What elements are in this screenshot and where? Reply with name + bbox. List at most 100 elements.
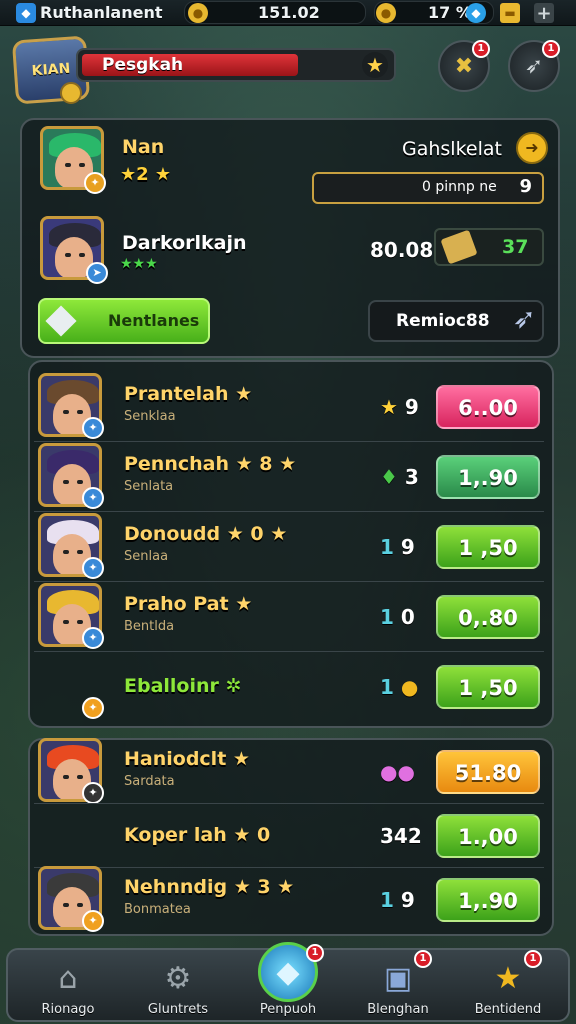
hero-subtitle: Senlaa xyxy=(124,549,169,564)
hero-subtitle: Senlata xyxy=(124,479,174,494)
hero-name: Eballoinr ✲ xyxy=(124,675,242,697)
buy-button[interactable]: 51.80 xyxy=(436,750,540,794)
item-slot[interactable]: 37 xyxy=(434,228,544,266)
hero-cost: 1 0 xyxy=(380,605,415,629)
buy-button[interactable]: 1.,00 xyxy=(436,814,540,858)
crystal-icon xyxy=(45,305,77,337)
hero-subtitle: Sardata xyxy=(124,774,175,789)
hero-row[interactable]: ✦ Praho Pat ★ Bentlda 1 0 0,.80 xyxy=(28,582,554,652)
scroll-icon xyxy=(440,229,478,265)
hero-row[interactable]: ✦ Haniodclt ★ Sardata ●● 51.80 xyxy=(28,738,554,804)
hero-name: Pennchah ★ 8 ★ xyxy=(124,453,297,475)
nav-label: Bentidend xyxy=(474,1002,542,1017)
buy-button[interactable]: 6..00 xyxy=(436,385,540,429)
rocket-notif-badge: 1 xyxy=(542,40,560,58)
hero-name: Nan xyxy=(122,136,165,158)
hero-row[interactable]: ✦ Eballoinr ✲ 1 ● 1 ,50 xyxy=(28,652,554,722)
bottom-nav: ⌂ Rionago ⚙ Gluntrets ◆ Penpuoh 1 ▣ Blenghan 1 ★ Be… xyxy=(6,942,570,1024)
cost-icon: ♦ xyxy=(380,465,398,489)
cost-value: 342 xyxy=(380,824,422,848)
featured-panel: ✦ Nan ★2 ★ Gahslkelat ➜ 0 pinnp ne 9 ➤ D… xyxy=(20,118,560,358)
nav-label: Blenghan xyxy=(367,1002,429,1017)
hero-name: Haniodclt ★ xyxy=(124,748,250,770)
nav-item-penpuoh[interactable]: ◆ Penpuoh 1 xyxy=(236,942,340,1024)
cost-value: 9 xyxy=(393,535,415,559)
nav-item-gluntrets[interactable]: ⚙ Gluntrets xyxy=(126,950,230,1024)
buy-button[interactable]: 1,.90 xyxy=(436,455,540,499)
nentlanes-button[interactable]: Nentlanes xyxy=(38,298,210,344)
nav-badge: 1 xyxy=(524,950,542,968)
hero-cost: 342 xyxy=(380,824,422,848)
cost-icon: ★ xyxy=(380,395,398,419)
cost-icon: 1 xyxy=(380,675,394,699)
hero-row[interactable]: ✦ Prantelah ★ Senklaa ★ 9 6..00 xyxy=(28,372,554,442)
buy-button[interactable]: 1 ,50 xyxy=(436,665,540,709)
cost-value: 3 xyxy=(397,465,419,489)
rionago-icon: ⌂ xyxy=(58,960,78,996)
hero-cost: 1 ● xyxy=(380,675,418,699)
buy-button[interactable]: 0,.80 xyxy=(436,595,540,639)
buy-button[interactable]: 1 ,50 xyxy=(436,525,540,569)
nav-label: Penpuoh xyxy=(259,1002,317,1017)
hero-cost: ♦ 3 xyxy=(380,465,419,489)
nav-item-rionago[interactable]: ⌂ Rionago xyxy=(16,950,120,1024)
nav-label: Rionago xyxy=(41,1002,95,1017)
hero-cost: 1 9 xyxy=(380,888,415,912)
add-currency-button[interactable]: + xyxy=(534,3,554,24)
cost-icon: 1 xyxy=(380,605,394,629)
hero-row[interactable]: ✦ Donoudd ★ 0 ★ Senlaa 1 9 1 ,50 xyxy=(28,512,554,582)
remioc-button[interactable]: Remioc88 ➶ xyxy=(368,300,544,342)
hero-cost: ★ 9 xyxy=(380,395,419,419)
nav-badge: 1 xyxy=(414,950,432,968)
progress-label: Pesgkah xyxy=(102,55,184,75)
hero-cost: ●● xyxy=(380,760,415,784)
cost-value: 0 xyxy=(393,605,415,629)
level-icon: ✦ xyxy=(82,487,104,509)
level-icon: ✦ xyxy=(82,697,104,719)
nav-item-bentidend[interactable]: ★ Bentidend 1 xyxy=(456,950,560,1024)
nav-badge: 1 xyxy=(306,944,324,962)
chest-icon[interactable]: ▬ xyxy=(500,3,520,23)
hero-name: Donoudd ★ 0 ★ xyxy=(124,523,288,545)
remioc-label: Remioc88 xyxy=(396,311,490,331)
level-icon: ➤ xyxy=(86,262,108,284)
badge-coin-icon xyxy=(60,82,82,104)
nav-item-blenghan[interactable]: ▣ Blenghan 1 xyxy=(346,950,450,1024)
hero-cost: 1 9 xyxy=(380,535,415,559)
info-icon[interactable]: ➜ xyxy=(516,132,548,164)
item-count: 37 xyxy=(502,236,529,258)
level-icon: ✦ xyxy=(84,172,106,194)
hero-subtitle: Bonmatea xyxy=(124,902,191,917)
level-icon: ✦ xyxy=(82,910,104,932)
cost-icon: 1 xyxy=(380,888,394,912)
star-icon: ★ xyxy=(362,52,388,78)
hero-stars: ★★★ xyxy=(120,256,158,272)
hero-subtitle: Senklaa xyxy=(124,409,176,424)
panel-title: Gahslkelat xyxy=(402,138,502,160)
hero-subtitle: Bentlda xyxy=(124,619,175,634)
hero-stars: ★2 ★ xyxy=(120,164,172,185)
buy-button[interactable]: 1,.90 xyxy=(436,878,540,922)
gold-amount: 151.02 xyxy=(258,3,320,22)
cost-icon: 1 xyxy=(380,535,394,559)
hero-name: Koper lah ★ 0 xyxy=(124,824,271,846)
blenghan-icon: ▣ xyxy=(383,960,413,996)
search-icon: 9 xyxy=(519,176,532,197)
guild-badge-label: KIAN xyxy=(31,60,71,80)
nav-label: Gluntrets xyxy=(147,1002,209,1017)
progress-bar: Pesgkah ★ xyxy=(76,48,396,82)
bentidend-icon: ★ xyxy=(494,960,522,996)
hero-name: Darkorlkajn xyxy=(122,232,247,254)
level-icon: ✦ xyxy=(82,782,104,804)
hero-row[interactable]: ✦ Nehnndig ★ 3 ★ Bonmatea 1 9 1,.90 xyxy=(28,866,554,932)
hero-row[interactable]: Koper lah ★ 0 342 1.,00 xyxy=(28,804,554,868)
diamond-icon: ◆ xyxy=(16,3,36,23)
gluntrets-icon: ⚙ xyxy=(164,960,192,996)
search-value: 0 pinnp ne xyxy=(422,179,497,195)
search-field[interactable]: 0 pinnp ne 9 xyxy=(312,172,544,204)
cost-value: ● xyxy=(393,675,419,699)
arrow-icon: ➶ xyxy=(512,302,536,335)
quest-notif-badge: 1 xyxy=(472,40,490,58)
cost-value: ●● xyxy=(380,760,415,784)
hero-row[interactable]: ✦ Pennchah ★ 8 ★ Senlata ♦ 3 1,.90 xyxy=(28,442,554,512)
